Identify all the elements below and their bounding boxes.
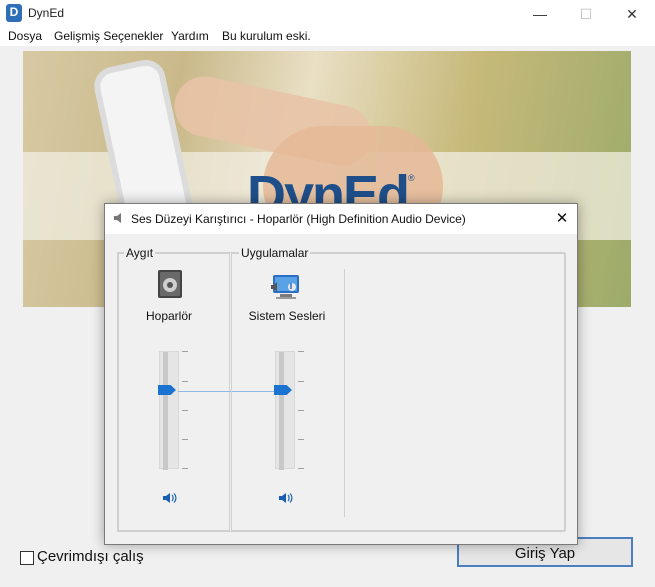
menu-bar: Dosya Gelişmiş Seçenekler Yardım Bu kuru… [0, 28, 655, 46]
app-tick [298, 468, 304, 469]
device-tick [182, 410, 188, 411]
device-tick [182, 381, 188, 382]
mixer-title: Ses Düzeyi Karıştırıcı - Hoparlör (High … [131, 212, 466, 226]
menu-item-help[interactable]: Yardım [171, 28, 209, 44]
volume-mixer-dialog: Ses Düzeyi Karıştırıcı - Hoparlör (High … [104, 203, 578, 545]
applications-group-label: Uygulamalar [239, 246, 311, 260]
app-tick [298, 351, 304, 352]
maximize-button[interactable]: ☐ [563, 0, 609, 28]
offline-label[interactable]: Çevrimdışı çalış [37, 548, 144, 565]
speaker-device-icon [158, 270, 182, 298]
device-group-label: Aygıt [124, 246, 156, 260]
menu-item-outdated-install[interactable]: Bu kurulum eski. [222, 28, 311, 44]
menu-item-dosya[interactable]: Dosya [8, 28, 42, 44]
app-volume-track[interactable] [275, 351, 295, 470]
mixer-close-button[interactable]: ✕ [551, 208, 573, 230]
menu-item-advanced-options[interactable]: Gelişmiş Seçenekler [54, 28, 163, 44]
app-mute-button[interactable] [278, 491, 294, 505]
app-name-label: Sistem Sesleri [248, 309, 326, 323]
system-sounds-icon [271, 275, 299, 299]
window-title: DynEd [28, 6, 65, 20]
offline-checkbox[interactable] [20, 551, 34, 565]
app-tick [298, 410, 304, 411]
app-tick [298, 381, 304, 382]
app-tick [298, 439, 304, 440]
mixer-panel: Aygıt Hoparlör Uygulamalar Sistem Sesler… [117, 246, 566, 532]
device-volume-track[interactable] [159, 351, 179, 470]
applications-column-divider [344, 269, 345, 517]
mixer-title-bar: Ses Düzeyi Karıştırıcı - Hoparlör (High … [105, 204, 577, 234]
device-mute-button[interactable] [162, 491, 178, 505]
device-tick [182, 468, 188, 469]
minimize-button[interactable]: — [517, 0, 563, 28]
device-tick [182, 351, 188, 352]
close-button[interactable]: ✕ [609, 0, 655, 28]
brand-registered-mark: ® [408, 173, 415, 183]
device-name-label: Hoparlör [145, 309, 193, 323]
device-tick [182, 439, 188, 440]
speaker-icon [114, 213, 121, 223]
app-logo-icon: D [6, 4, 22, 22]
